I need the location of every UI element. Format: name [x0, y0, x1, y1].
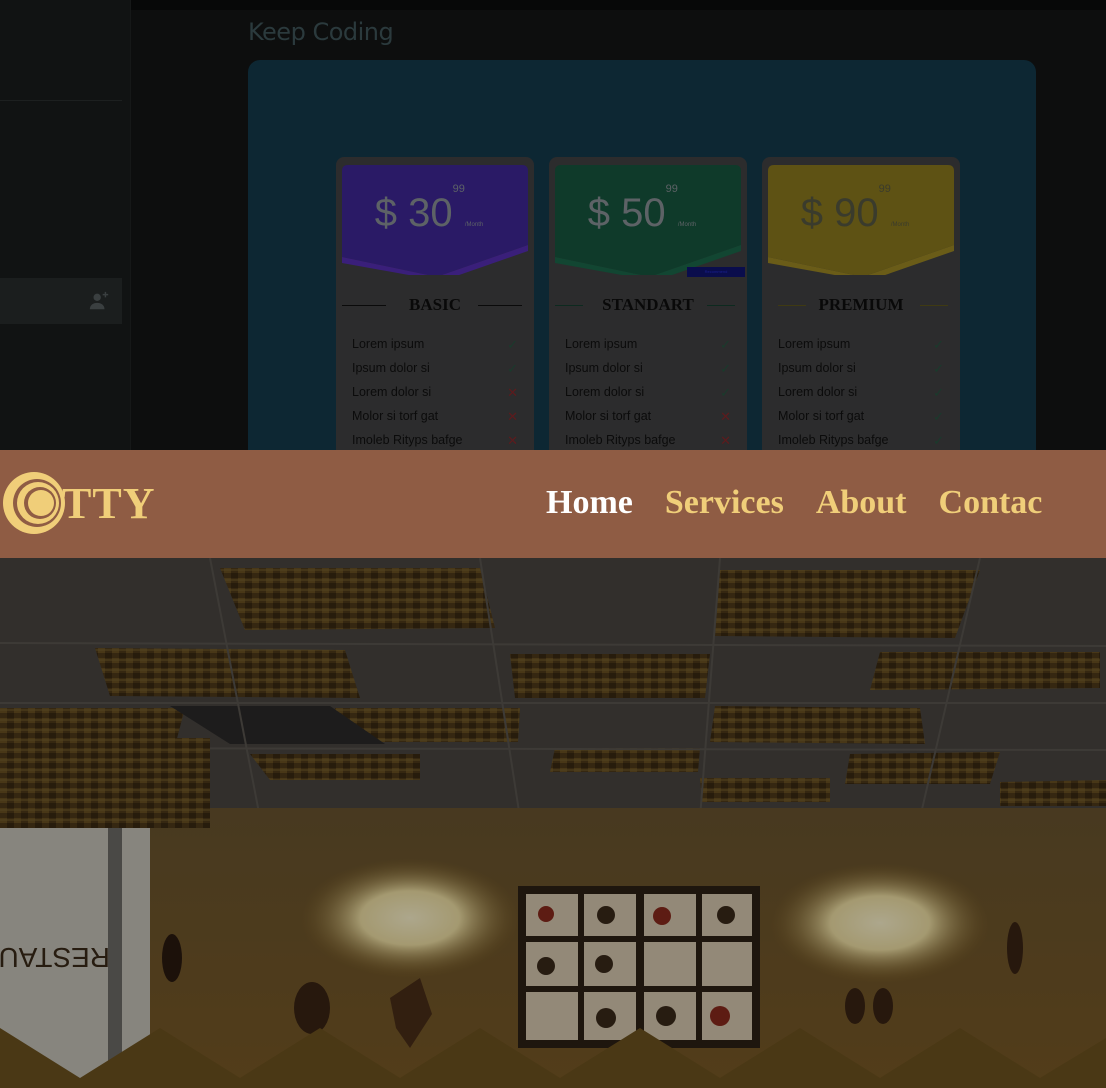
feature-list: Lorem ipsum ✓ Ipsum dolor si ✓ Lorem dolor… — [778, 337, 944, 450]
cross-icon: ✕ — [720, 409, 731, 424]
feature-item: Lorem ipsum ✓ — [778, 337, 944, 352]
price-value: $ 3099/Month — [374, 182, 484, 235]
feature-item: Imoleb Rityps bafge ✓ — [778, 433, 944, 448]
feature-item: Ipsum dolor si ✓ — [352, 361, 518, 376]
main-nav: Home Services About Contac — [546, 484, 1042, 522]
cross-icon: ✕ — [507, 433, 518, 448]
check-icon: ✓ — [720, 361, 731, 376]
feature-list: Lorem ipsum ✓ Ipsum dolor si ✓ Lorem dolor… — [352, 337, 518, 450]
pricing-card-standart: Recommend $ 5099/Month STANDART Lorem ip… — [549, 157, 747, 450]
check-icon: ✓ — [933, 409, 944, 424]
restaurant-interior-photo: RESTAURA — [0, 558, 1106, 1088]
feature-list: Lorem ipsum ✓ Ipsum dolor si ✓ Lorem dolor… — [565, 337, 731, 450]
feature-item: Molor si torf gat ✕ — [352, 409, 518, 424]
check-icon: ✓ — [507, 361, 518, 376]
check-icon: ✓ — [720, 337, 731, 352]
check-icon: ✓ — [933, 385, 944, 400]
plan-header: STANDART — [555, 295, 741, 317]
nav-services[interactable]: Services — [665, 484, 784, 522]
feature-item: Molor si torf gat ✓ — [778, 409, 944, 424]
feature-item: Lorem dolor si ✕ — [352, 385, 518, 400]
cross-icon: ✕ — [507, 385, 518, 400]
sidebar-user-row[interactable] — [0, 278, 122, 324]
top-bar — [0, 0, 1106, 10]
pricing-card-basic: $ 3099/Month BASIC Lorem ipsum ✓ Ipsum do… — [336, 157, 534, 450]
person-add-icon[interactable] — [88, 290, 110, 312]
feature-item: Lorem dolor si ✓ — [565, 385, 731, 400]
nav-home[interactable]: Home — [546, 484, 633, 522]
plan-header: PREMIUM — [768, 295, 954, 317]
check-icon: ✓ — [933, 433, 944, 448]
feature-item: Ipsum dolor si ✓ — [778, 361, 944, 376]
feature-item: Imoleb Rityps bafge ✕ — [352, 433, 518, 448]
concentric-circle-logo-icon — [3, 472, 65, 534]
section-title: Keep Coding — [248, 18, 394, 46]
arrow-left-icon — [920, 305, 948, 306]
feature-item: Imoleb Rityps bafge ✕ — [565, 433, 731, 448]
nav-contact[interactable]: Contac — [939, 484, 1043, 522]
hero-image: RESTAURA — [0, 558, 1106, 1088]
check-icon: ✓ — [933, 337, 944, 352]
arrow-left-icon — [707, 305, 735, 306]
feature-item: Lorem ipsum ✓ — [352, 337, 518, 352]
cross-icon: ✕ — [507, 409, 518, 424]
feature-item: Molor si torf gat ✕ — [565, 409, 731, 424]
logo-text: TTY — [62, 478, 156, 528]
feature-item: Lorem dolor si ✓ — [778, 385, 944, 400]
pricing-card-premium: $ 9099/Month PREMIUM Lorem ipsum ✓ Ipsum … — [762, 157, 960, 450]
cross-icon: ✕ — [720, 433, 731, 448]
plan-header: BASIC — [342, 295, 528, 317]
arrow-left-icon — [478, 305, 522, 306]
feature-item: Lorem ipsum ✓ — [565, 337, 731, 352]
recommend-badge: Recommend — [687, 267, 745, 277]
nav-about[interactable]: About — [816, 484, 907, 522]
sidebar — [0, 0, 131, 450]
site-logo[interactable]: TTY — [0, 468, 155, 538]
price-value: $ 9099/Month — [800, 182, 910, 235]
check-icon: ✓ — [720, 385, 731, 400]
background-app-overlay: Keep Coding $ 3099/Month BASIC Lorem ips… — [0, 0, 1106, 450]
check-icon: ✓ — [933, 361, 944, 376]
sidebar-divider — [0, 100, 122, 101]
site-navbar: TTY Home Services About Contac — [0, 450, 1106, 558]
price-value: $ 5099/Month — [587, 182, 697, 235]
check-icon: ✓ — [507, 337, 518, 352]
feature-item: Ipsum dolor si ✓ — [565, 361, 731, 376]
